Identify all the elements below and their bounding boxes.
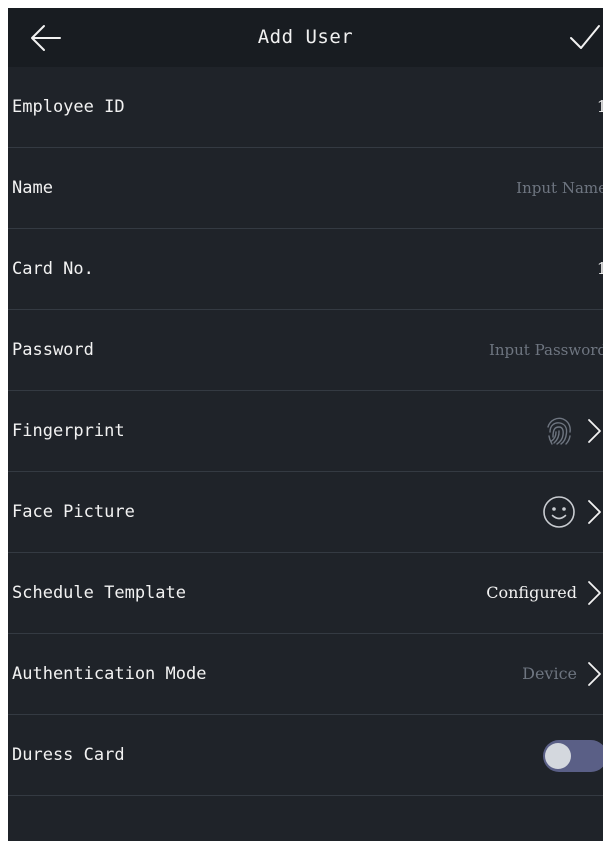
- duress-card-toggle[interactable]: [543, 740, 603, 772]
- chevron-right-icon: [588, 662, 601, 686]
- fingerprint-row[interactable]: Fingerprint: [8, 391, 603, 472]
- user-form-list: Employee ID 1 Name Input Name Card No. 1…: [8, 67, 603, 796]
- authentication-mode-label: Authentication Mode: [12, 664, 207, 684]
- employee-id-field[interactable]: 1: [597, 67, 603, 147]
- employee-id-row[interactable]: Employee ID 1: [8, 67, 603, 148]
- name-field[interactable]: Input Name: [516, 148, 603, 228]
- password-label: Password: [12, 340, 94, 360]
- card-no-field[interactable]: 1: [597, 229, 603, 309]
- duress-card-label: Duress Card: [12, 745, 125, 765]
- employee-id-label: Employee ID: [12, 97, 125, 117]
- face-picture-label: Face Picture: [12, 502, 135, 522]
- name-label: Name: [12, 178, 53, 198]
- header-bar: Add User: [8, 8, 603, 67]
- page-title: Add User: [257, 26, 354, 48]
- schedule-template-row[interactable]: Schedule Template Configured: [8, 553, 603, 634]
- card-no-row[interactable]: Card No. 1: [8, 229, 603, 310]
- chevron-right-icon: [588, 419, 601, 443]
- fingerprint-icon: [547, 417, 571, 445]
- checkmark-icon: [570, 25, 600, 49]
- confirm-button[interactable]: [557, 20, 603, 56]
- chevron-right-icon: [588, 500, 601, 524]
- fingerprint-label: Fingerprint: [12, 421, 125, 441]
- duress-card-row: Duress Card: [8, 715, 603, 796]
- smiley-face-icon: [543, 496, 575, 528]
- add-user-screen: Add User Employee ID 1 Name Input Name C…: [8, 8, 603, 841]
- authentication-mode-value: Device: [522, 664, 577, 683]
- password-row[interactable]: Password Input Password: [8, 310, 603, 391]
- schedule-template-value: Configured: [486, 583, 577, 602]
- authentication-mode-row[interactable]: Authentication Mode Device: [8, 634, 603, 715]
- name-row[interactable]: Name Input Name: [8, 148, 603, 229]
- password-field[interactable]: Input Password: [489, 310, 603, 390]
- toggle-knob: [545, 743, 571, 769]
- chevron-right-icon: [588, 581, 601, 605]
- schedule-template-label: Schedule Template: [12, 583, 186, 603]
- face-picture-row[interactable]: Face Picture: [8, 472, 603, 553]
- card-no-label: Card No.: [12, 259, 94, 279]
